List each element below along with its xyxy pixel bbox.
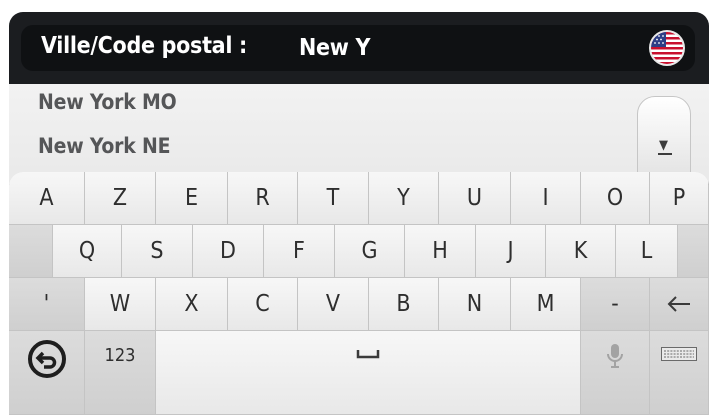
result-item[interactable]: New York MO [38, 90, 177, 114]
backspace-icon [666, 295, 692, 313]
key-j[interactable]: J [476, 225, 546, 278]
keyboard-layout-icon [661, 347, 697, 361]
scroll-down-icon: ▼ [658, 138, 672, 155]
key-b[interactable]: B [369, 278, 439, 331]
space-key[interactable] [156, 331, 581, 415]
key-a[interactable]: A [9, 172, 85, 225]
key-u[interactable]: U [439, 172, 511, 225]
key-s[interactable]: S [122, 225, 193, 278]
key-p[interactable]: P [650, 172, 709, 225]
key-h[interactable]: H [405, 225, 476, 278]
key-hyphen[interactable]: - [581, 278, 650, 331]
key-q[interactable]: Q [53, 225, 122, 278]
back-button[interactable] [9, 331, 85, 415]
key-x[interactable]: X [156, 278, 228, 331]
keyboard-layout-button[interactable] [650, 331, 709, 415]
key-apostrophe[interactable]: ' [9, 278, 85, 331]
space-icon [356, 349, 380, 359]
key-f[interactable]: F [264, 225, 335, 278]
key-spacer-right [678, 225, 709, 278]
key-c[interactable]: C [228, 278, 298, 331]
back-icon [27, 339, 67, 379]
key-n[interactable]: N [439, 278, 511, 331]
results-list: New York MO New York NE [9, 84, 709, 184]
key-t[interactable]: T [298, 172, 369, 225]
backspace-key[interactable] [650, 278, 709, 331]
microphone-button[interactable] [581, 331, 650, 415]
numbers-key[interactable]: 123 [85, 331, 156, 415]
key-y[interactable]: Y [369, 172, 439, 225]
keyboard: A Z E R T Y U I O P Q S D F G H J K L ' … [9, 172, 709, 415]
microphone-icon [607, 343, 623, 369]
key-m[interactable]: M [511, 278, 581, 331]
key-i[interactable]: I [511, 172, 581, 225]
us-flag-icon[interactable] [649, 30, 685, 66]
key-l[interactable]: L [616, 225, 678, 278]
result-item[interactable]: New York NE [38, 134, 171, 158]
key-d[interactable]: D [193, 225, 264, 278]
scroll-down-button[interactable]: ▼ [637, 96, 691, 176]
key-o[interactable]: O [581, 172, 650, 225]
search-input[interactable]: New Y [299, 35, 370, 61]
key-w[interactable]: W [85, 278, 156, 331]
city-postcode-label: Ville/Code postal : [41, 33, 247, 59]
key-g[interactable]: G [335, 225, 405, 278]
key-v[interactable]: V [298, 278, 369, 331]
key-z[interactable]: Z [85, 172, 156, 225]
key-r[interactable]: R [228, 172, 298, 225]
key-k[interactable]: K [546, 225, 616, 278]
search-header: Ville/Code postal : New Y [21, 25, 695, 71]
key-e[interactable]: E [156, 172, 228, 225]
device-screen: Ville/Code postal : New Y New York MO Ne… [9, 12, 709, 415]
key-spacer-left [9, 225, 53, 278]
